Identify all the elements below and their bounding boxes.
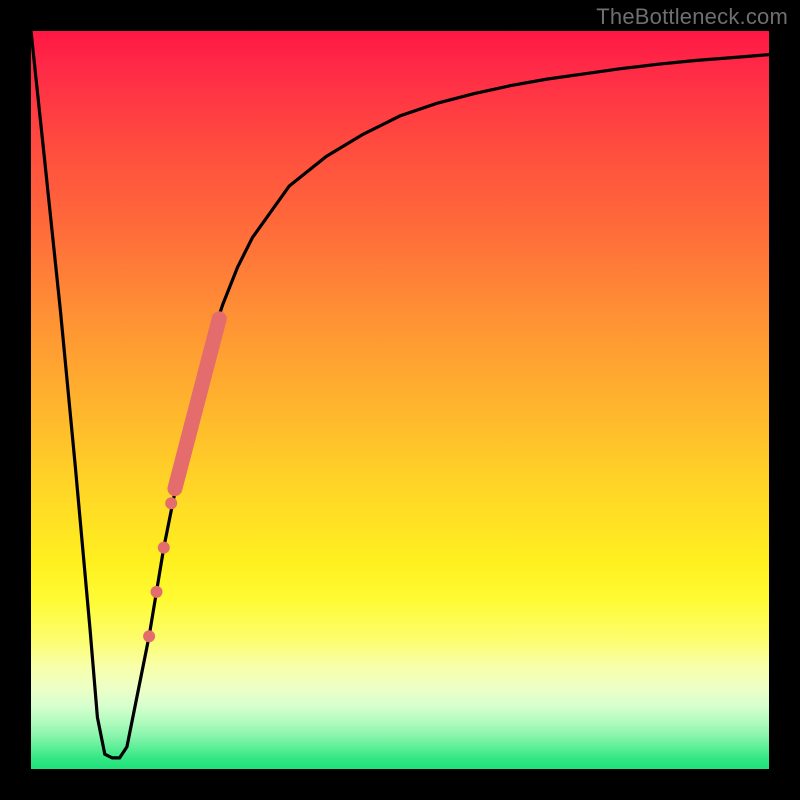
highlight-markers <box>143 319 219 642</box>
marker-dot <box>143 630 155 642</box>
watermark-text: TheBottleneck.com <box>596 4 788 30</box>
marker-dot <box>165 497 177 509</box>
curve-layer <box>31 31 769 769</box>
marker-dot <box>158 542 170 554</box>
bottleneck-curve <box>31 31 769 758</box>
marker-segment <box>175 319 219 489</box>
marker-dot <box>151 586 163 598</box>
plot-area <box>31 31 769 769</box>
chart-frame: TheBottleneck.com <box>0 0 800 800</box>
